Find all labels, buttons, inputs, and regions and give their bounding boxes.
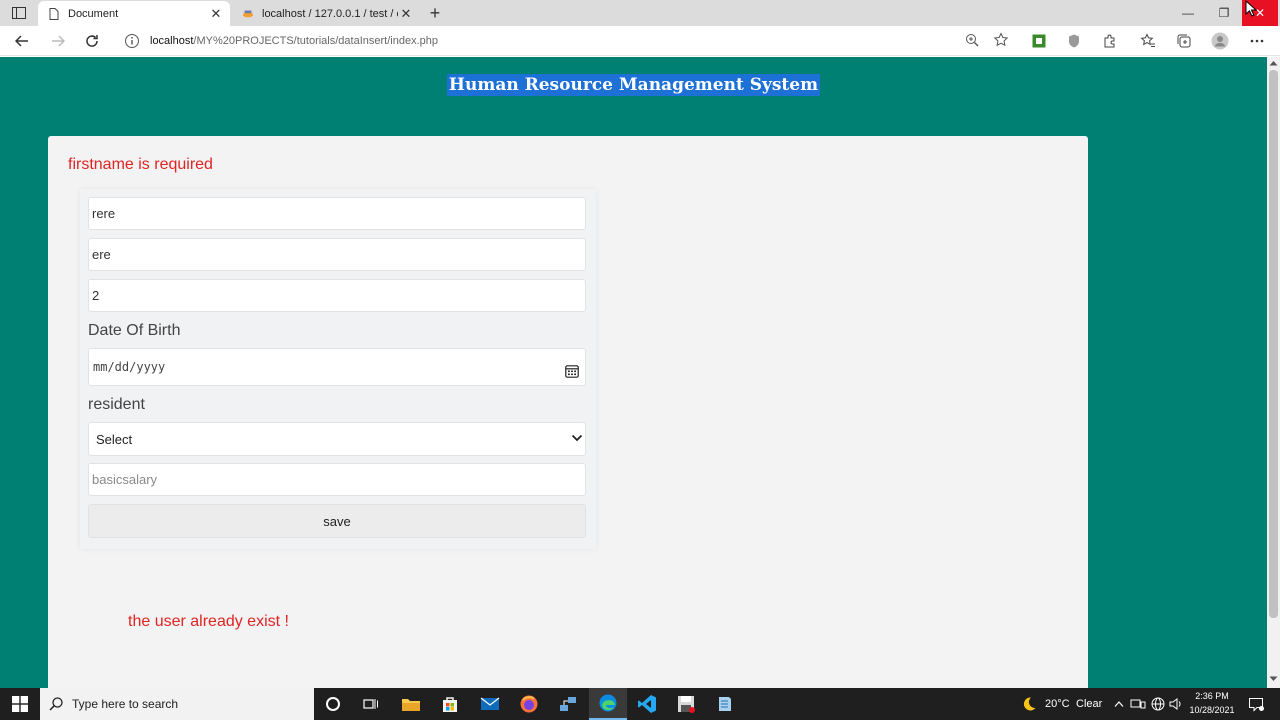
lastname-input[interactable]: ere bbox=[88, 238, 586, 271]
scroll-down-icon[interactable] bbox=[1269, 676, 1278, 682]
notepad-icon[interactable] bbox=[706, 688, 744, 720]
clock-time: 2:36 PM bbox=[1195, 691, 1229, 701]
extension-shield-icon[interactable] bbox=[1063, 30, 1085, 52]
save-app-icon[interactable] bbox=[667, 688, 705, 720]
add-favorite-icon[interactable] bbox=[991, 30, 1011, 50]
minimize-icon[interactable]: — bbox=[1170, 0, 1206, 26]
phpmyadmin-icon bbox=[242, 7, 254, 21]
new-tab-icon[interactable]: + bbox=[424, 2, 446, 24]
more-menu-icon[interactable] bbox=[1246, 30, 1268, 52]
url-text: localhost/MY%20PROJECTS/tutorials/dataIn… bbox=[150, 35, 438, 47]
firstname-input[interactable]: rere bbox=[88, 197, 586, 230]
clock-date: 10/28/2021 bbox=[1189, 705, 1235, 715]
network-tool-icon[interactable] bbox=[549, 688, 587, 720]
firefox-icon[interactable] bbox=[510, 688, 548, 720]
tab-phpmyadmin[interactable]: localhost / 127.0.0.1 / test / emp ✕ bbox=[232, 1, 420, 26]
clock[interactable]: 2:36 PM 10/28/2021 bbox=[1184, 689, 1240, 717]
tab-actions-icon[interactable] bbox=[6, 3, 32, 23]
tab-close-icon[interactable]: ✕ bbox=[398, 6, 414, 22]
cortana-icon[interactable] bbox=[314, 688, 352, 720]
resident-label: resident bbox=[88, 396, 145, 413]
windows-icon bbox=[12, 696, 28, 712]
taskbar-search[interactable]: Type here to search bbox=[40, 688, 314, 720]
zoom-icon[interactable] bbox=[962, 30, 982, 50]
favorites-icon[interactable] bbox=[1137, 30, 1159, 52]
search-placeholder: Type here to search bbox=[72, 697, 179, 711]
address-bar[interactable]: localhost/MY%20PROJECTS/tutorials/dataIn… bbox=[114, 28, 1022, 54]
volume-icon[interactable] bbox=[1167, 688, 1185, 720]
back-icon[interactable] bbox=[10, 29, 34, 53]
network-icon[interactable] bbox=[1149, 688, 1167, 720]
calendar-icon[interactable] bbox=[565, 364, 579, 378]
site-info-icon[interactable] bbox=[124, 33, 140, 49]
profile-avatar-icon[interactable] bbox=[1209, 30, 1231, 52]
page-heading: Human Resource Management System bbox=[446, 74, 821, 96]
resident-select[interactable]: Select bbox=[88, 422, 586, 456]
restore-icon[interactable]: ❐ bbox=[1206, 0, 1242, 26]
age-input[interactable]: 2 bbox=[88, 279, 586, 312]
weather-text[interactable]: Clear bbox=[1076, 688, 1102, 720]
extension-green-icon[interactable] bbox=[1028, 30, 1050, 52]
chevron-up-icon[interactable] bbox=[1111, 688, 1127, 720]
tab-document[interactable]: Document ✕ bbox=[38, 1, 230, 26]
task-view-icon[interactable] bbox=[352, 688, 390, 720]
scroll-up-icon[interactable] bbox=[1269, 60, 1278, 66]
user-exists-error: the user already exist ! bbox=[128, 613, 289, 630]
mouse-cursor-icon bbox=[1245, 0, 1257, 17]
page-heading-container: Human Resource Management System bbox=[0, 74, 1267, 96]
collections-icon[interactable] bbox=[1173, 30, 1195, 52]
firstname-error: firstname is required bbox=[68, 156, 213, 173]
vscode-icon[interactable] bbox=[628, 688, 666, 720]
weather-moon-icon[interactable] bbox=[1018, 688, 1040, 720]
refresh-icon[interactable] bbox=[80, 29, 104, 53]
dob-input[interactable]: mm/dd/yyyy bbox=[88, 348, 586, 386]
chevron-down-icon bbox=[571, 434, 583, 442]
store-icon[interactable] bbox=[431, 688, 469, 720]
tab-title: localhost / 127.0.0.1 / test / emp bbox=[262, 7, 398, 20]
page-icon bbox=[48, 7, 60, 21]
forward-icon[interactable] bbox=[46, 29, 70, 53]
extensions-icon[interactable] bbox=[1099, 30, 1121, 52]
edge-icon[interactable] bbox=[589, 688, 627, 720]
scrollbar-thumb[interactable] bbox=[1269, 70, 1278, 618]
start-button[interactable] bbox=[0, 688, 40, 720]
dob-label: Date Of Birth bbox=[88, 322, 181, 339]
basic-salary-input[interactable]: basicsalary bbox=[88, 463, 586, 496]
search-icon bbox=[49, 697, 63, 711]
device-icon[interactable] bbox=[1129, 688, 1147, 720]
mail-icon[interactable] bbox=[471, 688, 509, 720]
file-explorer-icon[interactable] bbox=[392, 688, 430, 720]
tab-close-icon[interactable]: ✕ bbox=[208, 6, 224, 22]
notification-icon[interactable] bbox=[1244, 688, 1268, 720]
tab-title: Document bbox=[68, 7, 119, 20]
save-button[interactable]: save bbox=[88, 504, 586, 538]
weather-temp[interactable]: 20°C bbox=[1045, 688, 1070, 720]
